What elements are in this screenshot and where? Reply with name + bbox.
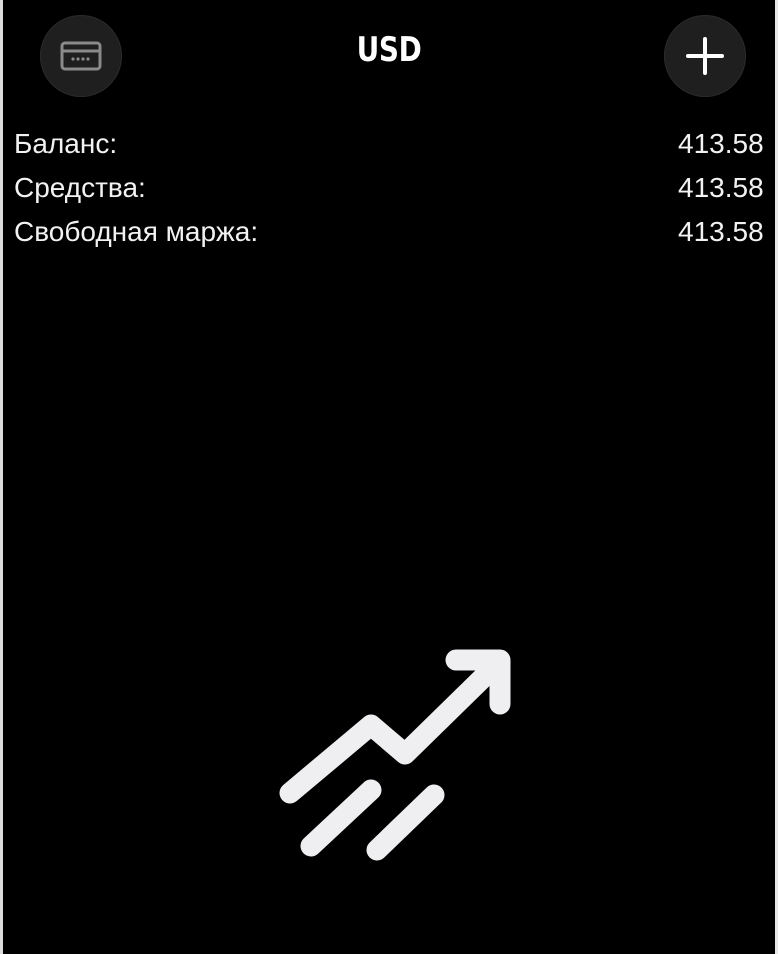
equity-value: 413.58 [678,172,764,203]
plus-icon [686,37,724,75]
app-screen: USD Баланс: 413.58 Средства: 413.58 Своб… [3,0,775,954]
account-summary: Баланс: 413.58 Средства: 413.58 Свободна… [14,122,775,254]
page-title: USD [356,30,422,70]
balance-value: 413.58 [678,128,764,159]
balance-row: Баланс: 413.58 [14,122,775,166]
equity-row: Средства: 413.58 [14,166,775,210]
balance-label: Баланс: [14,128,118,159]
free-margin-row: Свободная маржа: 413.58 [14,210,775,254]
free-margin-label: Свободная маржа: [14,216,259,247]
add-button[interactable] [664,15,746,97]
free-margin-value: 413.58 [678,216,764,247]
trend-up-icon [279,649,511,861]
equity-label: Средства: [14,172,146,203]
